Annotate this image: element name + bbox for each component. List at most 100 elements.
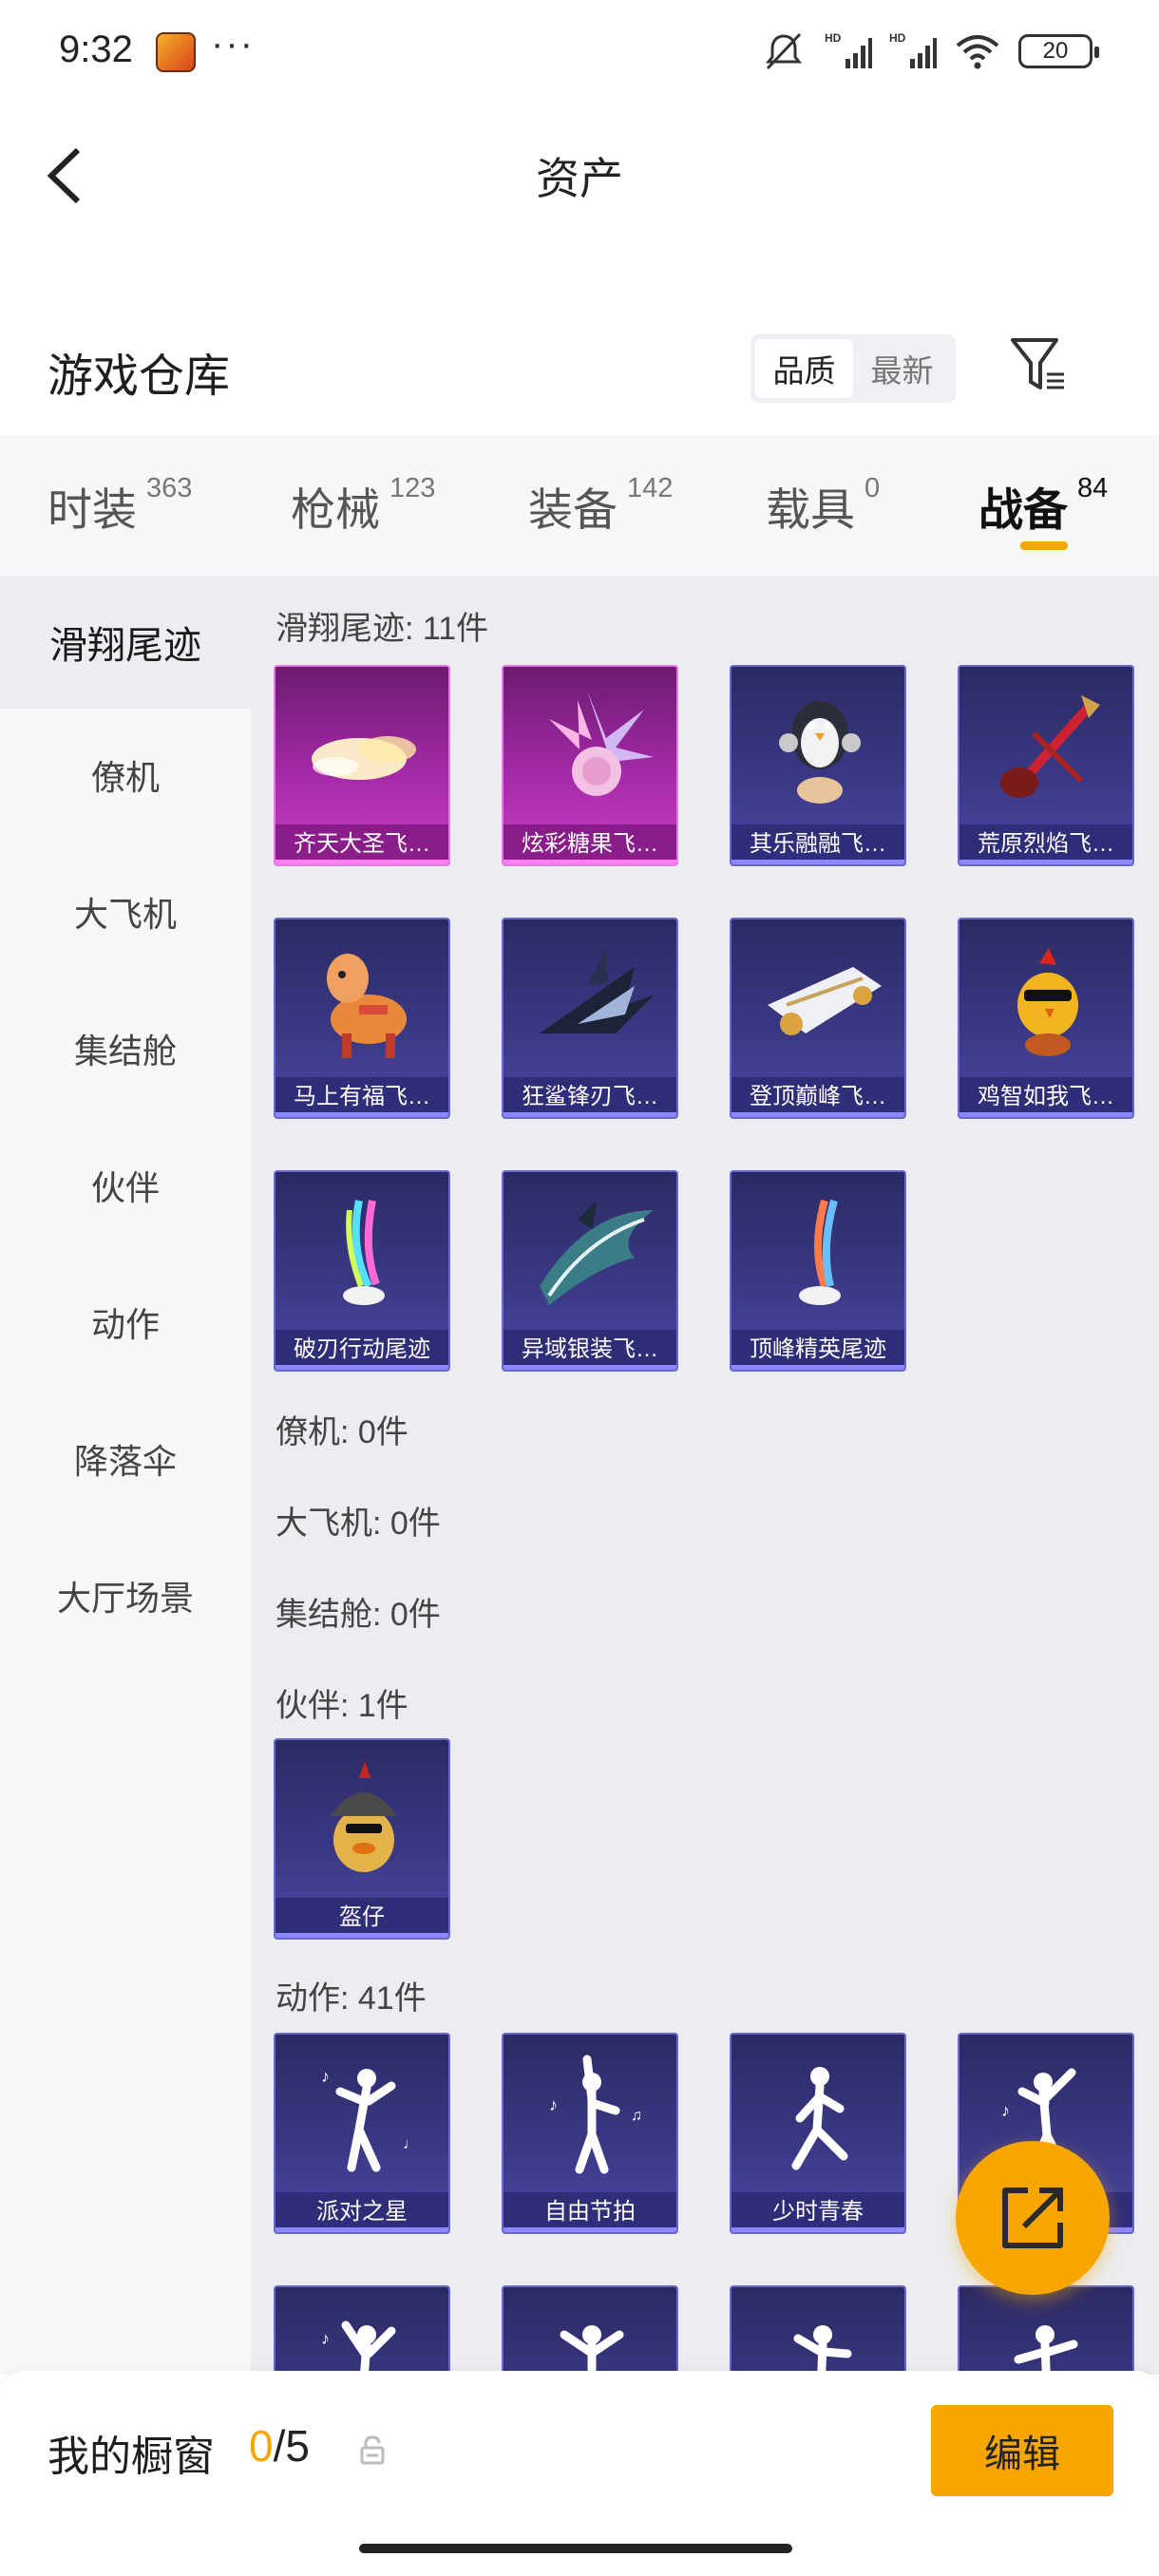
svg-text:♫: ♫ <box>631 2108 642 2124</box>
tab-combat-prep[interactable]: 战备 84 <box>978 473 1108 539</box>
sidebar-item-plane[interactable]: 大飞机 <box>0 845 251 978</box>
category-tabs: 时装 363 枪械 123 装备 142 载具 0 战备 84 <box>0 435 1159 576</box>
item-card[interactable]: 齐天大圣飞… <box>274 665 450 866</box>
item-card[interactable]: 盔仔 <box>274 1738 450 1940</box>
item-card[interactable]: ♪ ♫ 自由节拍 <box>502 2033 678 2234</box>
tab-guns[interactable]: 枪械 123 <box>291 473 435 539</box>
candy-icon <box>504 667 676 828</box>
sidebar-item-lobby-scene[interactable]: 大厅场景 <box>0 1529 251 1662</box>
item-name: 顶峰精英尾迹 <box>732 1330 904 1370</box>
tab-label: 时装 <box>48 484 137 535</box>
sidebar-item-glide-trail[interactable]: 滑翔尾迹 <box>0 576 251 709</box>
share-button[interactable] <box>956 2141 1110 2295</box>
item-card[interactable]: 顶峰精英尾迹 <box>730 1170 906 1372</box>
item-name: 派对之星 <box>276 2192 448 2232</box>
showcase-label: 我的橱窗 <box>48 2434 215 2480</box>
tab-label: 战备 <box>978 484 1068 535</box>
showcase-count: 0/5 <box>249 2420 310 2472</box>
item-card[interactable]: 鸡智如我飞… <box>958 918 1134 1119</box>
subcategory-sidebar: 滑翔尾迹 僚机 大飞机 集结舱 伙伴 动作 降落伞 大厅场景 <box>0 576 251 2375</box>
item-card[interactable]: 马上有福飞… <box>274 918 450 1119</box>
wifi-icon <box>956 35 999 69</box>
dancer-icon <box>732 2287 904 2375</box>
warehouse-title: 游戏仓库 <box>48 351 231 402</box>
svg-text:HD: HD <box>889 31 906 45</box>
penguin-icon <box>732 667 904 828</box>
tab-label: 装备 <box>528 484 618 535</box>
item-card[interactable]: ♪ <box>274 2285 450 2375</box>
dancer-icon <box>732 2035 904 2196</box>
svg-text:HD: HD <box>825 31 842 45</box>
section-title-plane: 大飞机: 0件 <box>276 1506 441 1542</box>
jet-icon <box>732 919 904 1081</box>
item-name: 登顶巅峰飞… <box>732 1077 904 1117</box>
item-name: 荒原烈焰飞… <box>960 824 1132 864</box>
item-card[interactable]: 异域银装飞… <box>502 1170 678 1372</box>
dancer-icon <box>960 2287 1132 2375</box>
item-name: 炫彩糖果飞… <box>504 824 676 864</box>
lock-icon <box>360 2435 385 2465</box>
item-card[interactable]: 其乐融融飞… <box>730 665 906 866</box>
section-title-glide: 滑翔尾迹: 11件 <box>276 611 489 647</box>
section-title-emote: 动作: 41件 <box>276 1980 427 2017</box>
item-name: 其乐融融飞… <box>732 824 904 864</box>
svg-text:♪: ♪ <box>1001 2101 1010 2120</box>
sidebar-item-partner[interactable]: 伙伴 <box>0 1119 251 1252</box>
dancer-icon: ♪ ♫ <box>504 2035 676 2196</box>
horse-icon <box>276 919 448 1081</box>
app-notification-icon <box>156 32 196 72</box>
battery-icon: 20 <box>1018 34 1099 68</box>
dancer-icon: ♪ ♩ <box>276 2035 448 2196</box>
signal-icon-2: HD <box>889 31 937 68</box>
edit-button[interactable]: 编辑 <box>931 2405 1113 2496</box>
sort-toggle: 品质 最新 <box>750 334 956 403</box>
sidebar-item-emote[interactable]: 动作 <box>0 1256 251 1389</box>
mute-icon <box>765 32 803 70</box>
item-card[interactable]: 破刃行动尾迹 <box>274 1170 450 1372</box>
item-card[interactable]: 荒原烈焰飞… <box>958 665 1134 866</box>
status-time: 9:32 <box>59 28 133 70</box>
chicken-icon <box>960 919 1132 1081</box>
item-name: 马上有福飞… <box>276 1077 448 1117</box>
showcase-used: 0 <box>249 2421 274 2471</box>
tab-count: 363 <box>146 473 193 503</box>
section-title-partner: 伙伴: 1件 <box>276 1688 408 1724</box>
item-card[interactable]: ♪ ♩ 派对之星 <box>274 2033 450 2234</box>
item-card[interactable] <box>502 2285 678 2375</box>
tab-vehicles[interactable]: 载具 0 <box>766 473 880 539</box>
tab-count: 142 <box>627 473 674 503</box>
home-indicator[interactable] <box>359 2544 792 2553</box>
item-card[interactable]: 少时青春 <box>730 2033 906 2234</box>
showcase-total: /5 <box>273 2421 310 2471</box>
page-title: 资产 <box>536 154 623 203</box>
item-grid: 滑翔尾迹: 11件 齐天大圣飞… 炫彩糖果飞… 其乐融融飞… 荒原烈焰飞… 马上… <box>251 576 1159 2375</box>
section-title-pod: 集结舱: 0件 <box>276 1597 441 1633</box>
item-card[interactable] <box>958 2285 1134 2375</box>
trail-icon <box>732 1172 904 1334</box>
tab-equipment[interactable]: 装备 142 <box>528 473 673 539</box>
sidebar-item-pod[interactable]: 集结舱 <box>0 982 251 1115</box>
item-name: 齐天大圣飞… <box>276 824 448 864</box>
item-card[interactable] <box>730 2285 906 2375</box>
tab-count: 84 <box>1077 473 1109 503</box>
item-card[interactable]: 狂鲨锋刃飞… <box>502 918 678 1119</box>
sidebar-item-parachute[interactable]: 降落伞 <box>0 1392 251 1525</box>
tab-count: 0 <box>864 473 881 503</box>
tab-label: 载具 <box>766 484 855 535</box>
item-card[interactable]: 炫彩糖果飞… <box>502 665 678 866</box>
svg-text:♪: ♪ <box>321 2067 330 2086</box>
svg-text:♪: ♪ <box>549 2095 558 2114</box>
dancer-icon: ♪ <box>276 2287 448 2375</box>
tab-fashion[interactable]: 时装 363 <box>48 473 192 539</box>
more-notifications-icon: ··· <box>211 23 255 65</box>
sort-newest-option[interactable]: 最新 <box>853 339 951 398</box>
share-icon <box>1002 2188 1063 2248</box>
sort-quality-option[interactable]: 品质 <box>755 339 853 398</box>
sidebar-item-wingman[interactable]: 僚机 <box>0 709 251 842</box>
shark-icon <box>504 919 676 1081</box>
svg-text:♪: ♪ <box>321 2329 330 2348</box>
filter-icon[interactable] <box>1009 334 1068 395</box>
item-card[interactable]: 登顶巅峰飞… <box>730 918 906 1119</box>
wing-icon <box>504 1172 676 1334</box>
status-bar: 9:32 ··· HD HD 20 <box>0 0 1159 104</box>
